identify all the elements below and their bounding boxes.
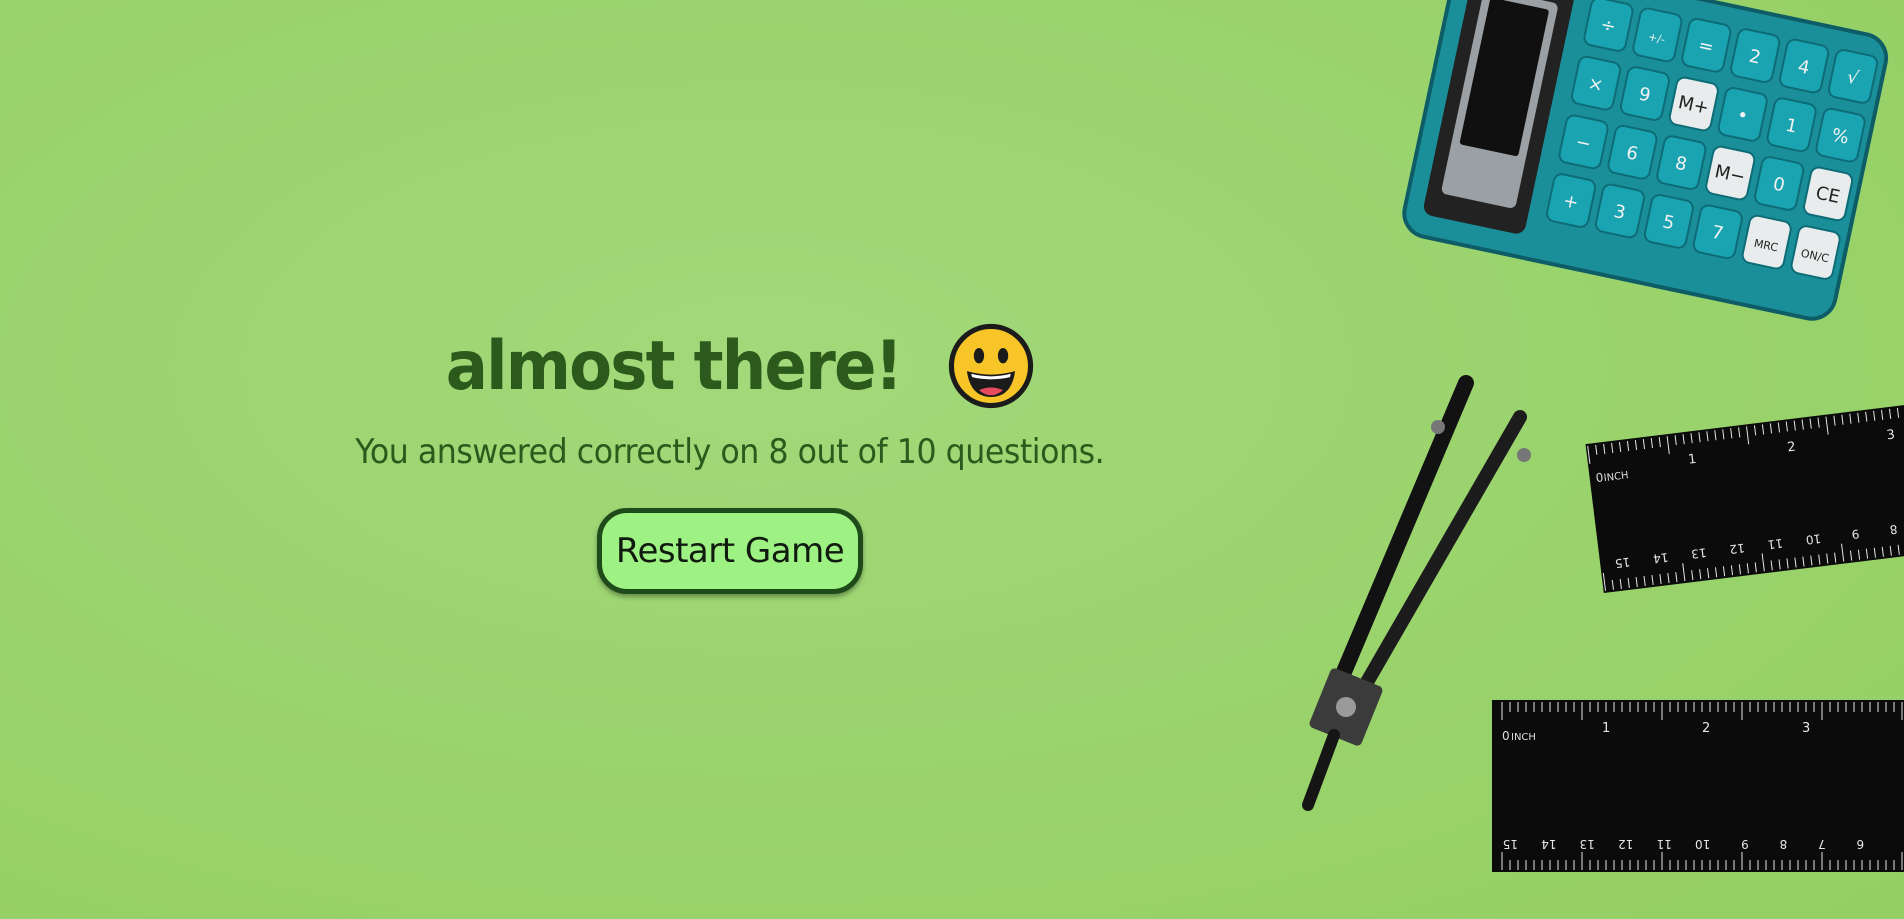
ruler-number: 15 bbox=[1614, 555, 1631, 571]
ruler-top-image: 12315 14 13 12 11 10 9 8 0 INCH bbox=[1585, 405, 1904, 594]
ruler-number: 2 bbox=[1702, 721, 1710, 736]
calculator-key: M+ bbox=[1668, 76, 1719, 132]
calculator-key: 3 bbox=[1594, 183, 1646, 239]
calculator-key: MRC bbox=[1741, 214, 1792, 270]
ruler-number: 11 bbox=[1767, 536, 1784, 552]
ruler-number: 8 bbox=[1780, 837, 1788, 851]
calculator-key: √ bbox=[1827, 49, 1879, 104]
calculator-key: 7 bbox=[1692, 204, 1743, 260]
calculator-key: = bbox=[1681, 17, 1732, 73]
calculator-key: 8 bbox=[1656, 135, 1707, 191]
result-title: almost there! bbox=[446, 326, 903, 406]
calculator-key: × bbox=[1570, 55, 1622, 111]
ruler-number: 3 bbox=[1802, 721, 1810, 736]
calculator-key: 0 bbox=[1754, 156, 1805, 211]
ruler-number: 1 bbox=[1602, 721, 1610, 736]
calculator-key: CE bbox=[1803, 166, 1854, 222]
calculator-key: % bbox=[1815, 107, 1866, 163]
svg-text:0: 0 bbox=[1502, 729, 1510, 743]
score-message: You answered correctly on 8 out of 10 qu… bbox=[355, 432, 1105, 472]
ruler-number: 10 bbox=[1695, 837, 1710, 851]
calculator-key: M− bbox=[1705, 145, 1756, 201]
ruler-number: 13 bbox=[1580, 837, 1595, 851]
calculator-key: +/- bbox=[1632, 7, 1683, 63]
ruler-number: 15 bbox=[1503, 837, 1518, 851]
ruler-number: 14 bbox=[1652, 550, 1669, 566]
calculator-key: • bbox=[1717, 87, 1768, 142]
ruler-number: 14 bbox=[1541, 837, 1556, 851]
ruler-number: 13 bbox=[1690, 545, 1707, 561]
grinning-face-icon bbox=[948, 323, 1033, 409]
calculator-key: 6 bbox=[1607, 124, 1658, 180]
ruler-number: 12 bbox=[1618, 837, 1633, 851]
ruler-bottom-image: 1 2 315 14 13 12 11 10 9 8 7 6 0 INCH bbox=[1492, 700, 1904, 872]
calculator-key: 1 bbox=[1766, 97, 1817, 153]
result-panel: almost there! You answered correctly on … bbox=[356, 320, 1105, 594]
calculator-key: − bbox=[1558, 114, 1609, 170]
ruler-number: 6 bbox=[1857, 837, 1865, 851]
ruler-number: 11 bbox=[1657, 837, 1672, 851]
restart-game-button[interactable]: Restart Game bbox=[597, 508, 863, 594]
calculator-key: 2 bbox=[1730, 28, 1781, 84]
calculator-key: ÷ bbox=[1583, 0, 1634, 52]
ruler-number: 7 bbox=[1818, 837, 1826, 851]
ruler-number: 12 bbox=[1729, 541, 1746, 557]
ruler-number: 10 bbox=[1805, 531, 1822, 547]
calculator-key: + bbox=[1546, 173, 1597, 228]
result-header: almost there! bbox=[426, 320, 1033, 412]
ruler-number: 9 bbox=[1741, 837, 1749, 851]
calculator-key: 5 bbox=[1643, 193, 1694, 249]
calculator-key: ON/C bbox=[1790, 225, 1841, 280]
results-screen: almost there! You answered correctly on … bbox=[0, 0, 1904, 919]
calculator-key: 4 bbox=[1779, 38, 1830, 94]
calculator-image: ÷×−+ +/-963 =M+85 2•M−7 410MRC √%CEON/C bbox=[1402, 0, 1889, 321]
calculator-key: 9 bbox=[1619, 66, 1670, 121]
svg-text:INCH: INCH bbox=[1511, 732, 1536, 743]
